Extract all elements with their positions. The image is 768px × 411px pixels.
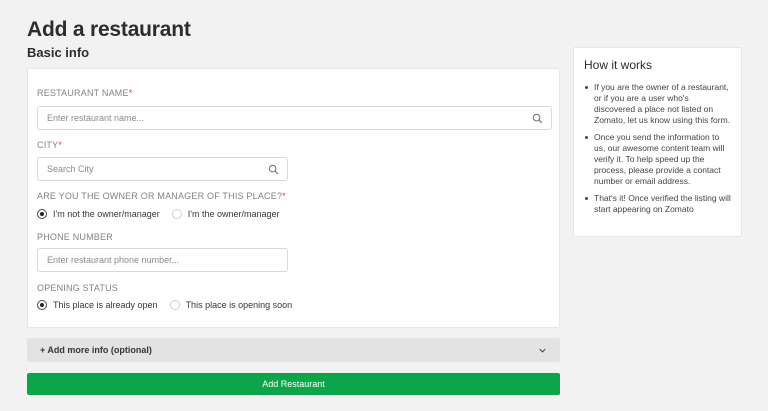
list-item: Once you send the information to us, our… bbox=[584, 132, 731, 187]
how-it-works-title: How it works bbox=[584, 58, 653, 72]
opening-status-label: OPENING STATUS bbox=[37, 283, 118, 293]
how-it-works-list: If you are the owner of a restaurant, or… bbox=[584, 82, 731, 215]
add-more-info-label: + Add more info (optional) bbox=[40, 345, 152, 355]
search-icon bbox=[268, 164, 279, 175]
phone-number-field[interactable] bbox=[37, 248, 288, 272]
city-field[interactable] bbox=[37, 157, 288, 181]
radio-icon[interactable] bbox=[169, 300, 180, 310]
section-title: Basic info bbox=[27, 45, 90, 60]
radio-label: I'm not the owner/manager bbox=[53, 209, 160, 219]
radio-icon[interactable] bbox=[37, 300, 47, 310]
list-item: If you are the owner of a restaurant, or… bbox=[584, 82, 731, 126]
owner-question-label: ARE YOU THE OWNER OR MANAGER OF THIS PLA… bbox=[37, 191, 286, 201]
owner-radio-group: I'm not the owner/manager I'm the owner/… bbox=[37, 209, 292, 219]
chevron-down-icon bbox=[539, 348, 546, 353]
page-title: Add a restaurant bbox=[27, 18, 191, 41]
add-restaurant-button[interactable]: Add Restaurant bbox=[27, 373, 560, 395]
radio-label: This place is opening soon bbox=[185, 300, 293, 310]
add-more-info-toggle[interactable]: + Add more info (optional) bbox=[27, 338, 560, 362]
radio-not-owner[interactable]: I'm not the owner/manager bbox=[37, 209, 160, 219]
how-it-works-panel: How it works If you are the owner of a r… bbox=[573, 47, 742, 237]
radio-owner[interactable]: I'm the owner/manager bbox=[171, 209, 280, 219]
city-label: CITY* bbox=[37, 140, 63, 150]
restaurant-name-field[interactable] bbox=[37, 106, 552, 130]
radio-icon[interactable] bbox=[37, 209, 47, 219]
radio-already-open[interactable]: This place is already open bbox=[37, 300, 158, 310]
opening-status-radio-group: This place is already open This place is… bbox=[37, 300, 304, 310]
radio-icon[interactable] bbox=[171, 209, 182, 219]
phone-number-label: PHONE NUMBER bbox=[37, 232, 113, 242]
basic-info-form: RESTAURANT NAME* CITY* ARE YOU THE OWNER… bbox=[27, 68, 560, 328]
radio-label: I'm the owner/manager bbox=[187, 209, 280, 219]
restaurant-name-label: RESTAURANT NAME* bbox=[37, 88, 133, 98]
search-icon bbox=[532, 113, 543, 124]
list-item: That's it! Once verified the listing wil… bbox=[584, 193, 731, 215]
radio-label: This place is already open bbox=[53, 300, 158, 310]
city-search-input[interactable] bbox=[38, 158, 287, 180]
phone-number-input[interactable] bbox=[38, 249, 287, 271]
radio-opening-soon[interactable]: This place is opening soon bbox=[169, 300, 293, 310]
restaurant-name-input[interactable] bbox=[38, 107, 551, 129]
